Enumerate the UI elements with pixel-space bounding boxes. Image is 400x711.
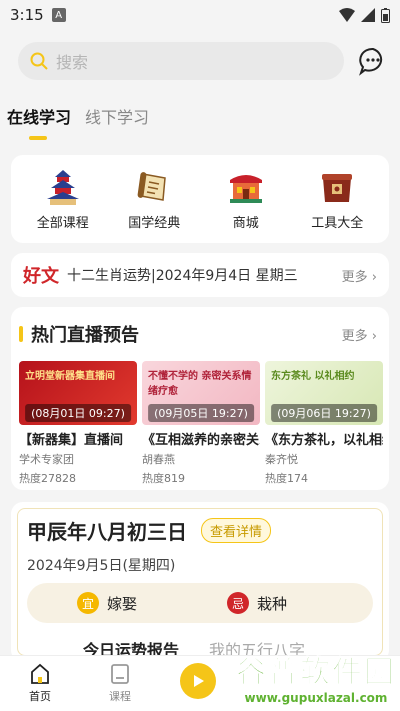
- battery-icon: [381, 7, 390, 23]
- live-more-link[interactable]: 更多 ›: [342, 325, 377, 344]
- live-author: 胡春燕: [142, 453, 175, 466]
- nav-courses[interactable]: 课程: [80, 656, 160, 711]
- thumb-caption: 不懂不学的 亲密关系情绪疗愈: [148, 371, 252, 397]
- toolbox-icon: [322, 173, 353, 202]
- live-heat: 热度819: [142, 472, 185, 485]
- live-item[interactable]: 东方茶礼 以礼相约 (09月06日 19:27) 《东方茶礼，以礼相约》 秦齐悦…: [265, 361, 383, 486]
- nav-label: 首页: [29, 690, 51, 703]
- live-author: 秦齐悦: [265, 453, 298, 466]
- solar-date: 2024年9月5日(星期四): [27, 558, 176, 574]
- featured-article-title[interactable]: 十二生肖运势|2024年9月4日 星期三: [67, 265, 334, 285]
- live-author: 学术专家团: [19, 453, 74, 466]
- haowen-tag: 好文: [23, 266, 59, 287]
- home-icon: [31, 663, 49, 684]
- ji-text: 栽种: [257, 594, 288, 613]
- live-name: 【新器集】直播间: [19, 433, 124, 448]
- category-label: 国学经典: [128, 215, 181, 231]
- tab-offline-learning[interactable]: 线下学习: [85, 104, 149, 140]
- play-icon: [194, 675, 204, 687]
- live-date: (09月06日 19:27): [271, 404, 377, 422]
- shop-building-icon: [229, 174, 262, 203]
- live-name: 《东方茶礼，以礼相约》: [265, 433, 383, 448]
- thumb-caption: 东方茶礼 以礼相约: [271, 371, 355, 382]
- category-tools[interactable]: 工具大全: [301, 168, 373, 231]
- live-heat: 热度174: [265, 472, 308, 485]
- more-link[interactable]: 更多 ›: [342, 266, 377, 285]
- live-item[interactable]: 立明堂新器集直播间 (08月01日 09:27) 【新器集】直播间 学术专家团 …: [19, 361, 137, 486]
- category-shop[interactable]: 商城: [210, 168, 282, 231]
- live-item[interactable]: 不懂不学的 亲密关系情绪疗愈 (09月05日 19:27) 《互相滋养的亲密关系…: [142, 361, 260, 486]
- live-preview-section: 热门直播预告 更多 › 立明堂新器集直播间 (08月01日 09:27) 【新器…: [11, 307, 389, 490]
- tab-online-learning[interactable]: 在线学习: [7, 104, 71, 140]
- category-grid: 全部课程 国学经典 商城 工具大全: [11, 155, 389, 243]
- search-icon: [30, 52, 48, 70]
- lunar-date: 甲辰年八月初三日: [27, 520, 187, 544]
- featured-article-row[interactable]: 好文 十二生肖运势|2024年9月4日 星期三 更多 ›: [11, 253, 389, 297]
- live-heat: 热度27828: [19, 472, 76, 485]
- live-section-title: 热门直播预告: [31, 325, 139, 346]
- live-thumbnail[interactable]: 立明堂新器集直播间 (08月01日 09:27): [19, 361, 137, 425]
- category-label: 全部课程: [36, 215, 89, 231]
- almanac-card: 甲辰年八月初三日 查看详情 2024年9月5日(星期四) 宜 嫁娶 忌 栽种 今…: [11, 502, 389, 662]
- live-date: (08月01日 09:27): [25, 404, 131, 422]
- thumb-caption: 立明堂新器集直播间: [25, 371, 115, 382]
- nav-label: 课程: [109, 690, 131, 703]
- yi-item: 宜 嫁娶: [77, 592, 137, 614]
- watermark-url: www.gupuxlazal.com: [244, 691, 388, 705]
- wifi-icon: [339, 8, 355, 22]
- ji-item: 忌 栽种: [227, 592, 287, 614]
- notification-badge-icon: A: [51, 8, 66, 22]
- yi-ji-bar: 宜 嫁娶 忌 栽种: [27, 583, 373, 623]
- tab-bar: 在线学习 线下学习: [0, 80, 400, 140]
- category-label: 商城: [232, 215, 259, 231]
- live-thumbnail[interactable]: 东方茶礼 以礼相约 (09月06日 19:27): [265, 361, 383, 425]
- play-button[interactable]: [180, 663, 216, 699]
- scroll-icon: [137, 171, 167, 201]
- status-bar: 3:15 A: [0, 0, 400, 30]
- signal-icon: [361, 8, 375, 22]
- temple-icon: [46, 169, 79, 205]
- category-classics[interactable]: 国学经典: [118, 168, 190, 231]
- watermark-logo: 谷普软件园 www.gupuxlazal.com: [236, 647, 396, 706]
- search-input[interactable]: 搜索: [18, 42, 344, 80]
- live-date: (09月05日 19:27): [148, 404, 254, 422]
- search-row: 搜索: [0, 30, 400, 80]
- status-time: 3:15: [10, 6, 44, 24]
- search-placeholder: 搜索: [56, 53, 89, 72]
- yi-text: 嫁娶: [107, 594, 138, 613]
- message-icon[interactable]: [358, 46, 388, 76]
- live-thumbnail[interactable]: 不懂不学的 亲密关系情绪疗愈 (09月05日 19:27): [142, 361, 260, 425]
- nav-home[interactable]: 首页: [0, 656, 80, 711]
- section-accent-bar: [19, 326, 23, 342]
- category-all-courses[interactable]: 全部课程: [27, 168, 99, 231]
- ji-badge-icon: 忌: [227, 592, 250, 614]
- view-details-button[interactable]: 查看详情: [201, 518, 272, 543]
- category-label: 工具大全: [311, 215, 364, 231]
- live-name: 《互相滋养的亲密关系》: [142, 433, 260, 448]
- course-icon: [111, 664, 129, 684]
- watermark-title: 谷普软件园: [236, 655, 396, 691]
- yi-badge-icon: 宜: [77, 592, 99, 614]
- live-list: 立明堂新器集直播间 (08月01日 09:27) 【新器集】直播间 学术专家团 …: [19, 361, 389, 486]
